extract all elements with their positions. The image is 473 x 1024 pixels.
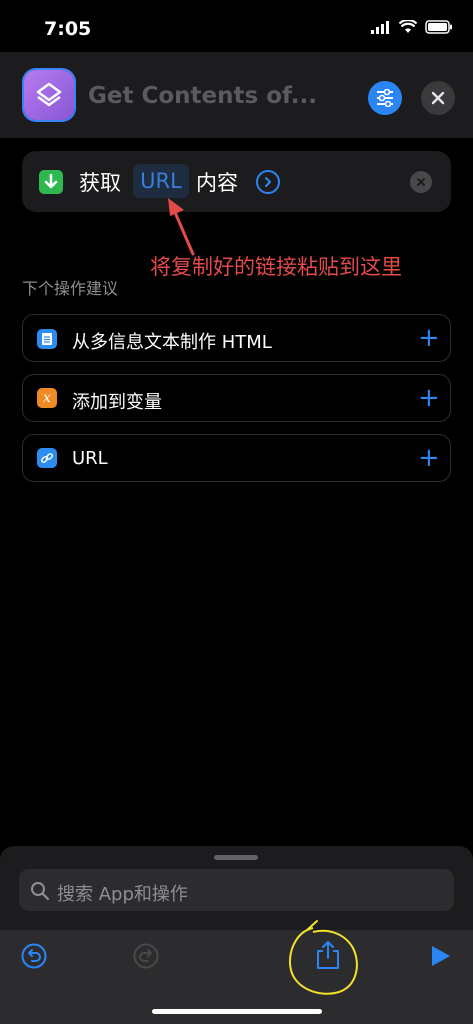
- close-button[interactable]: [421, 81, 455, 115]
- action-suffix: 内容: [196, 171, 238, 195]
- variable-x-icon: x: [37, 388, 57, 408]
- battery-icon: [425, 20, 452, 34]
- annotation-arrow: [168, 198, 195, 256]
- suggestion-label: URL: [72, 448, 108, 469]
- sliders-icon: [377, 89, 393, 107]
- remove-action-button[interactable]: [410, 171, 432, 193]
- document-icon: [37, 329, 57, 349]
- undo-icon[interactable]: [21, 943, 47, 969]
- wifi-icon: [399, 20, 417, 33]
- play-icon[interactable]: [428, 944, 452, 968]
- url-token[interactable]: URL: [133, 164, 189, 198]
- status-time: 7:05: [44, 18, 92, 40]
- shortcuts-layers-icon[interactable]: [24, 70, 74, 120]
- expand-button[interactable]: [256, 170, 280, 194]
- cellular-icon: [371, 20, 389, 34]
- suggestion-label: 添加到变量: [72, 392, 162, 413]
- close-icon: [417, 178, 425, 186]
- highlight-circle: [289, 920, 358, 995]
- annotation-note: 将复制好的链接粘贴到这里: [150, 255, 402, 279]
- page-title[interactable]: Get Contents of...: [88, 83, 317, 109]
- download-arrow-icon: [39, 170, 63, 194]
- close-icon: [431, 91, 445, 105]
- suggestion-label: 从多信息文本制作 HTML: [72, 332, 272, 353]
- home-indicator: [152, 1009, 322, 1014]
- status-icons: [371, 20, 453, 34]
- link-icon: [37, 448, 57, 468]
- chevron-right-icon: [265, 177, 271, 187]
- search-icon: [31, 882, 50, 901]
- suggestions-heading: 下个操作建议: [22, 279, 119, 298]
- settings-button[interactable]: [368, 81, 402, 115]
- add-suggestion-button[interactable]: +: [418, 445, 440, 471]
- search-placeholder: 搜索 App和操作: [57, 884, 188, 905]
- action-verb: 获取: [79, 171, 121, 195]
- redo-icon[interactable]: [133, 943, 159, 969]
- sheet-grabber[interactable]: [214, 855, 258, 860]
- add-suggestion-button[interactable]: +: [418, 385, 440, 411]
- add-suggestion-button[interactable]: +: [418, 325, 440, 351]
